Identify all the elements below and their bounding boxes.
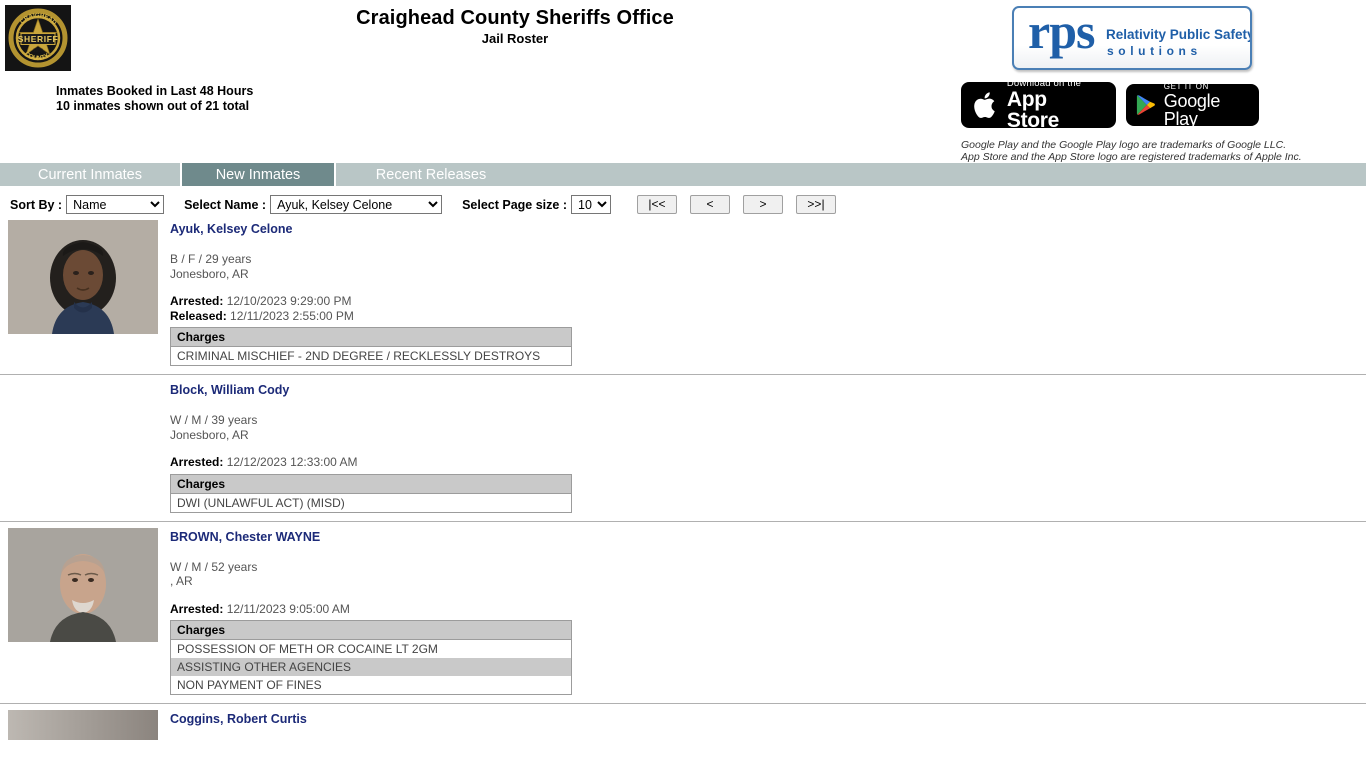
- mugshot-photo: [8, 527, 158, 642]
- inmate-demographics: W / M / 39 years Jonesboro, AR: [170, 413, 1366, 442]
- inmate-count-text: 10 inmates shown out of 21 total: [56, 99, 250, 113]
- first-page-button[interactable]: |<<: [637, 195, 677, 214]
- inmate-dates: Arrested: 12/11/2023 9:05:00 AM: [170, 602, 1366, 617]
- pagination: |<< < > >>|: [637, 195, 836, 214]
- inmate-demographics: W / M / 52 years , AR: [170, 560, 1366, 589]
- sort-by-label: Sort By :: [10, 197, 63, 212]
- rps-letters-text: rps: [1028, 6, 1095, 59]
- race-sex-age: W / M / 52 years: [170, 559, 258, 574]
- charge-description: DWI (UNLAWFUL ACT) (MISD): [170, 493, 572, 512]
- mugshot-photo: [8, 710, 158, 740]
- rps-tagline-primary: Relativity Public Safety: [1106, 27, 1252, 42]
- charge-row: POSSESSION OF METH OR COCAINE LT 2GM: [170, 639, 572, 658]
- trademark-apple-line: App Store and the App Store logo are reg…: [961, 151, 1302, 163]
- inmate-details: BROWN, Chester WAYNE W / M / 52 years , …: [170, 522, 1366, 704]
- inmate-details: Ayuk, Kelsey Celone B / F / 29 years Jon…: [170, 214, 1366, 374]
- prev-page-button[interactable]: <: [690, 195, 730, 214]
- sort-by-select[interactable]: Name: [66, 195, 165, 214]
- inmate-record: Ayuk, Kelsey Celone B / F / 29 years Jon…: [0, 214, 1366, 374]
- charges-table: Charges CRIMINAL MISCHIEF - 2ND DEGREE /…: [170, 327, 572, 366]
- inmate-roster-list: Ayuk, Kelsey Celone B / F / 29 years Jon…: [0, 214, 1366, 746]
- inmate-city: , AR: [170, 574, 193, 588]
- inmate-name-link[interactable]: Ayuk, Kelsey Celone: [170, 222, 293, 236]
- released-line: Released: 12/11/2023 2:55:00 PM: [170, 308, 354, 323]
- google-play-badge[interactable]: GET IT ON Google Play: [1126, 81, 1259, 129]
- page-title: Craighead County Sheriffs Office: [356, 7, 674, 29]
- rps-logo-box: rps Relativity Public Safety solutions: [1012, 6, 1252, 70]
- inmate-photo-cell: [0, 522, 170, 704]
- arrested-line: Arrested: 12/11/2023 9:05:00 AM: [170, 601, 350, 616]
- inmate-photo-cell: [0, 704, 170, 746]
- page-header: SHERIFF 1859 CRAIGHEAD COUNTY Craighead …: [0, 0, 1366, 163]
- arrested-line: Arrested: 12/10/2023 9:29:00 PM: [170, 294, 352, 308]
- race-sex-age: W / M / 39 years: [170, 413, 258, 427]
- inmate-details: Block, William Cody W / M / 39 years Jon…: [170, 375, 1366, 521]
- rps-logo: rps rps Relativity Public Safety solutio…: [1012, 0, 1252, 72]
- trademark-notice: Google Play and the Google Play logo are…: [961, 139, 1302, 163]
- inmate-record: Coggins, Robert Curtis: [0, 703, 1366, 746]
- inmate-name-link[interactable]: Coggins, Robert Curtis: [170, 712, 307, 726]
- charge-row: NON PAYMENT OF FINES: [170, 676, 572, 695]
- roster-controls: Sort By : Name Select Name : Ayuk, Kelse…: [0, 186, 1366, 214]
- last-page-button[interactable]: >>|: [796, 195, 836, 214]
- tab-current-inmates[interactable]: Current Inmates: [0, 163, 180, 186]
- google-badge-small-text: GET IT ON: [1163, 81, 1209, 91]
- select-name-select[interactable]: Ayuk, Kelsey Celone: [270, 195, 443, 214]
- apple-app-store-badge[interactable]: Download on the App Store: [961, 77, 1116, 133]
- charge-description: POSSESSION OF METH OR COCAINE LT 2GM: [170, 639, 572, 658]
- tab-new-inmates[interactable]: New Inmates: [180, 163, 336, 186]
- booked-period-text: Inmates Booked in Last 48 Hours: [56, 84, 254, 98]
- inmate-record: BROWN, Chester WAYNE W / M / 52 years , …: [0, 520, 1366, 704]
- google-badge-main-text: Google Play: [1163, 90, 1221, 129]
- next-page-button[interactable]: >: [743, 195, 783, 214]
- inmate-demographics: B / F / 29 years Jonesboro, AR: [170, 252, 1366, 281]
- rps-tagline-secondary: solutions: [1107, 44, 1202, 58]
- apple-icon: [974, 91, 995, 118]
- apple-badge-main-text: App Store: [1006, 88, 1060, 133]
- charge-row: CRIMINAL MISCHIEF - 2ND DEGREE / RECKLES…: [170, 346, 572, 366]
- inmate-dates: Arrested: 12/10/2023 9:29:00 PM Released:…: [170, 294, 1366, 323]
- inmate-city: Jonesboro, AR: [170, 266, 249, 281]
- tab-recent-releases[interactable]: Recent Releases: [336, 163, 526, 186]
- google-play-icon: [1136, 95, 1155, 115]
- mugshot-photo: [8, 220, 158, 334]
- charge-row: ASSISTING OTHER AGENCIES: [170, 658, 572, 676]
- charges-column-header: Charges: [170, 327, 572, 347]
- race-sex-age: B / F / 29 years: [170, 252, 252, 266]
- title-block: Craighead County Sheriffs Office Jail Ro…: [0, 6, 1030, 48]
- inmate-record: Block, William Cody W / M / 39 years Jon…: [0, 374, 1366, 521]
- charge-description: ASSISTING OTHER AGENCIES: [170, 658, 572, 676]
- charges-table: Charges DWI (UNLAWFUL ACT) (MISD): [170, 473, 572, 513]
- svg-text:1859: 1859: [33, 48, 44, 53]
- charge-description: CRIMINAL MISCHIEF - 2ND DEGREE / RECKLES…: [170, 346, 572, 366]
- apple-badge-small-text: Download on the: [1006, 77, 1082, 89]
- inmate-dates: Arrested: 12/12/2023 12:33:00 AM: [170, 455, 1366, 470]
- charges-column-header: Charges: [170, 620, 572, 640]
- roster-summary: Inmates Booked in Last 48 Hours 10 inmat…: [56, 84, 253, 114]
- select-name-label: Select Name :: [184, 197, 267, 212]
- page-size-select[interactable]: 10: [571, 195, 611, 214]
- page-subtitle: Jail Roster: [481, 31, 549, 46]
- inmate-city: Jonesboro, AR: [170, 427, 249, 442]
- charge-row: DWI (UNLAWFUL ACT) (MISD): [170, 493, 572, 512]
- trademark-google-line: Google Play and the Google Play logo are…: [961, 139, 1287, 151]
- inmate-photo-cell: [0, 375, 170, 521]
- page-size-label: Select Page size :: [462, 197, 567, 212]
- inmate-name-link[interactable]: BROWN, Chester WAYNE: [170, 530, 320, 544]
- app-store-badges: Download on the App Store GET IT ON Goog…: [961, 77, 1259, 133]
- inmate-name-link[interactable]: Block, William Cody: [170, 383, 289, 397]
- roster-tabs: Current Inmates New Inmates Recent Relea…: [0, 163, 1366, 186]
- charges-table: Charges POSSESSION OF METH OR COCAINE LT…: [170, 620, 572, 695]
- inmate-photo-cell: [0, 214, 170, 374]
- arrested-line: Arrested: 12/12/2023 12:33:00 AM: [170, 455, 358, 469]
- charge-description: NON PAYMENT OF FINES: [170, 676, 572, 695]
- charges-column-header: Charges: [170, 474, 572, 494]
- inmate-details: Coggins, Robert Curtis: [170, 704, 1366, 746]
